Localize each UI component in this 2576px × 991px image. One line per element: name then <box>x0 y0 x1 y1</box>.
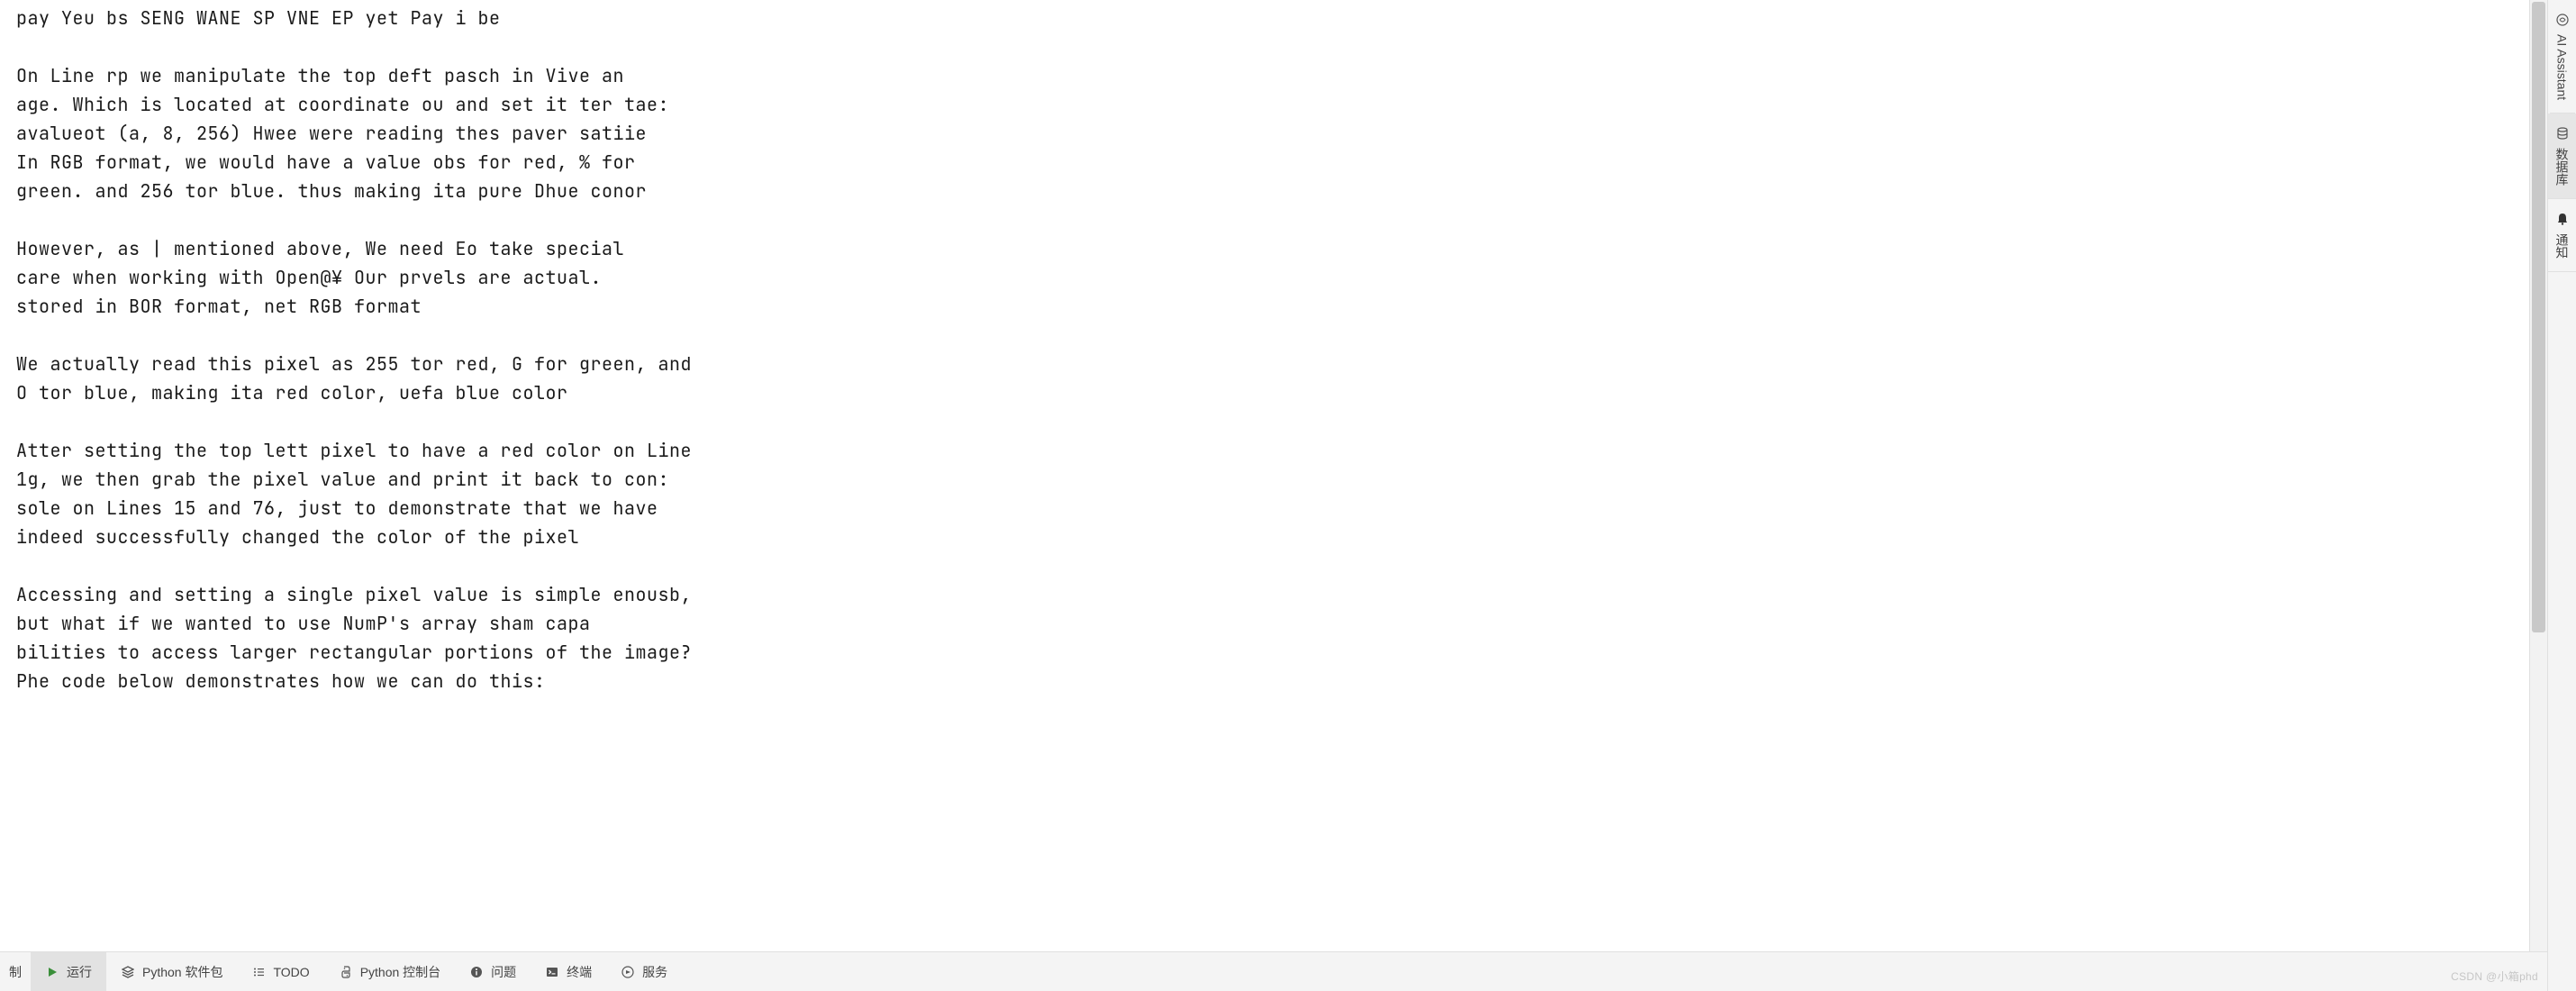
play-icon <box>45 965 59 979</box>
rail-tab-database[interactable]: 数据库 <box>2548 114 2576 199</box>
bottom-item-run[interactable]: 运行 <box>31 952 106 991</box>
bottom-item-label: TODO <box>273 965 309 979</box>
bottom-item-todo[interactable]: TODO <box>237 952 323 991</box>
rail-tab-label: AI Assistant <box>2555 34 2570 100</box>
bottom-item-label: 问题 <box>491 963 516 981</box>
bottom-item-terminal[interactable]: 终端 <box>531 952 606 991</box>
rail-tab-notifications[interactable]: 通知 <box>2548 199 2576 272</box>
rail-tab-label: 通知 <box>2553 233 2571 259</box>
bottom-item-label: Python 软件包 <box>142 963 222 981</box>
bottom-toolbar: 制 运行 Python 软件包 TODO Python 控制台 <box>0 951 2547 991</box>
watermark-text: CSDN @小箱phd <box>2451 968 2538 984</box>
info-icon <box>469 965 484 979</box>
editor-content[interactable]: pay Yeu bs SENG WANE SP VNE EP yet Pay i… <box>0 0 2547 699</box>
bottom-item-truncated[interactable]: 制 <box>0 952 31 991</box>
services-icon <box>621 965 635 979</box>
bottom-item-python-console[interactable]: Python 控制台 <box>324 952 455 991</box>
bottom-item-label: 服务 <box>642 963 667 981</box>
bottom-item-services[interactable]: 服务 <box>606 952 682 991</box>
bottom-item-label: Python 控制台 <box>360 963 440 981</box>
ai-assistant-icon <box>2555 13 2570 27</box>
rail-tab-ai-assistant[interactable]: AI Assistant <box>2550 0 2575 114</box>
bottom-item-label: 终端 <box>567 963 592 981</box>
database-icon <box>2555 126 2570 141</box>
bottom-toolbar-left: 制 运行 Python 软件包 TODO Python 控制台 <box>0 952 682 991</box>
terminal-icon <box>545 965 559 979</box>
rail-tab-label: 数据库 <box>2553 148 2571 186</box>
bottom-item-packages[interactable]: Python 软件包 <box>106 952 237 991</box>
editor-area: pay Yeu bs SENG WANE SP VNE EP yet Pay i… <box>0 0 2547 951</box>
layers-icon <box>121 965 135 979</box>
truncated-label: 制 <box>9 963 22 981</box>
scroll-thumb[interactable] <box>2532 2 2545 632</box>
bottom-item-problems[interactable]: 问题 <box>455 952 531 991</box>
right-side-panel: AI Assistant 数据库 通知 <box>2547 0 2576 991</box>
python-icon <box>339 965 353 979</box>
bottom-item-label: 运行 <box>67 963 92 981</box>
vertical-scrollbar[interactable] <box>2529 0 2547 951</box>
list-icon <box>251 965 266 979</box>
bell-icon <box>2555 212 2570 226</box>
